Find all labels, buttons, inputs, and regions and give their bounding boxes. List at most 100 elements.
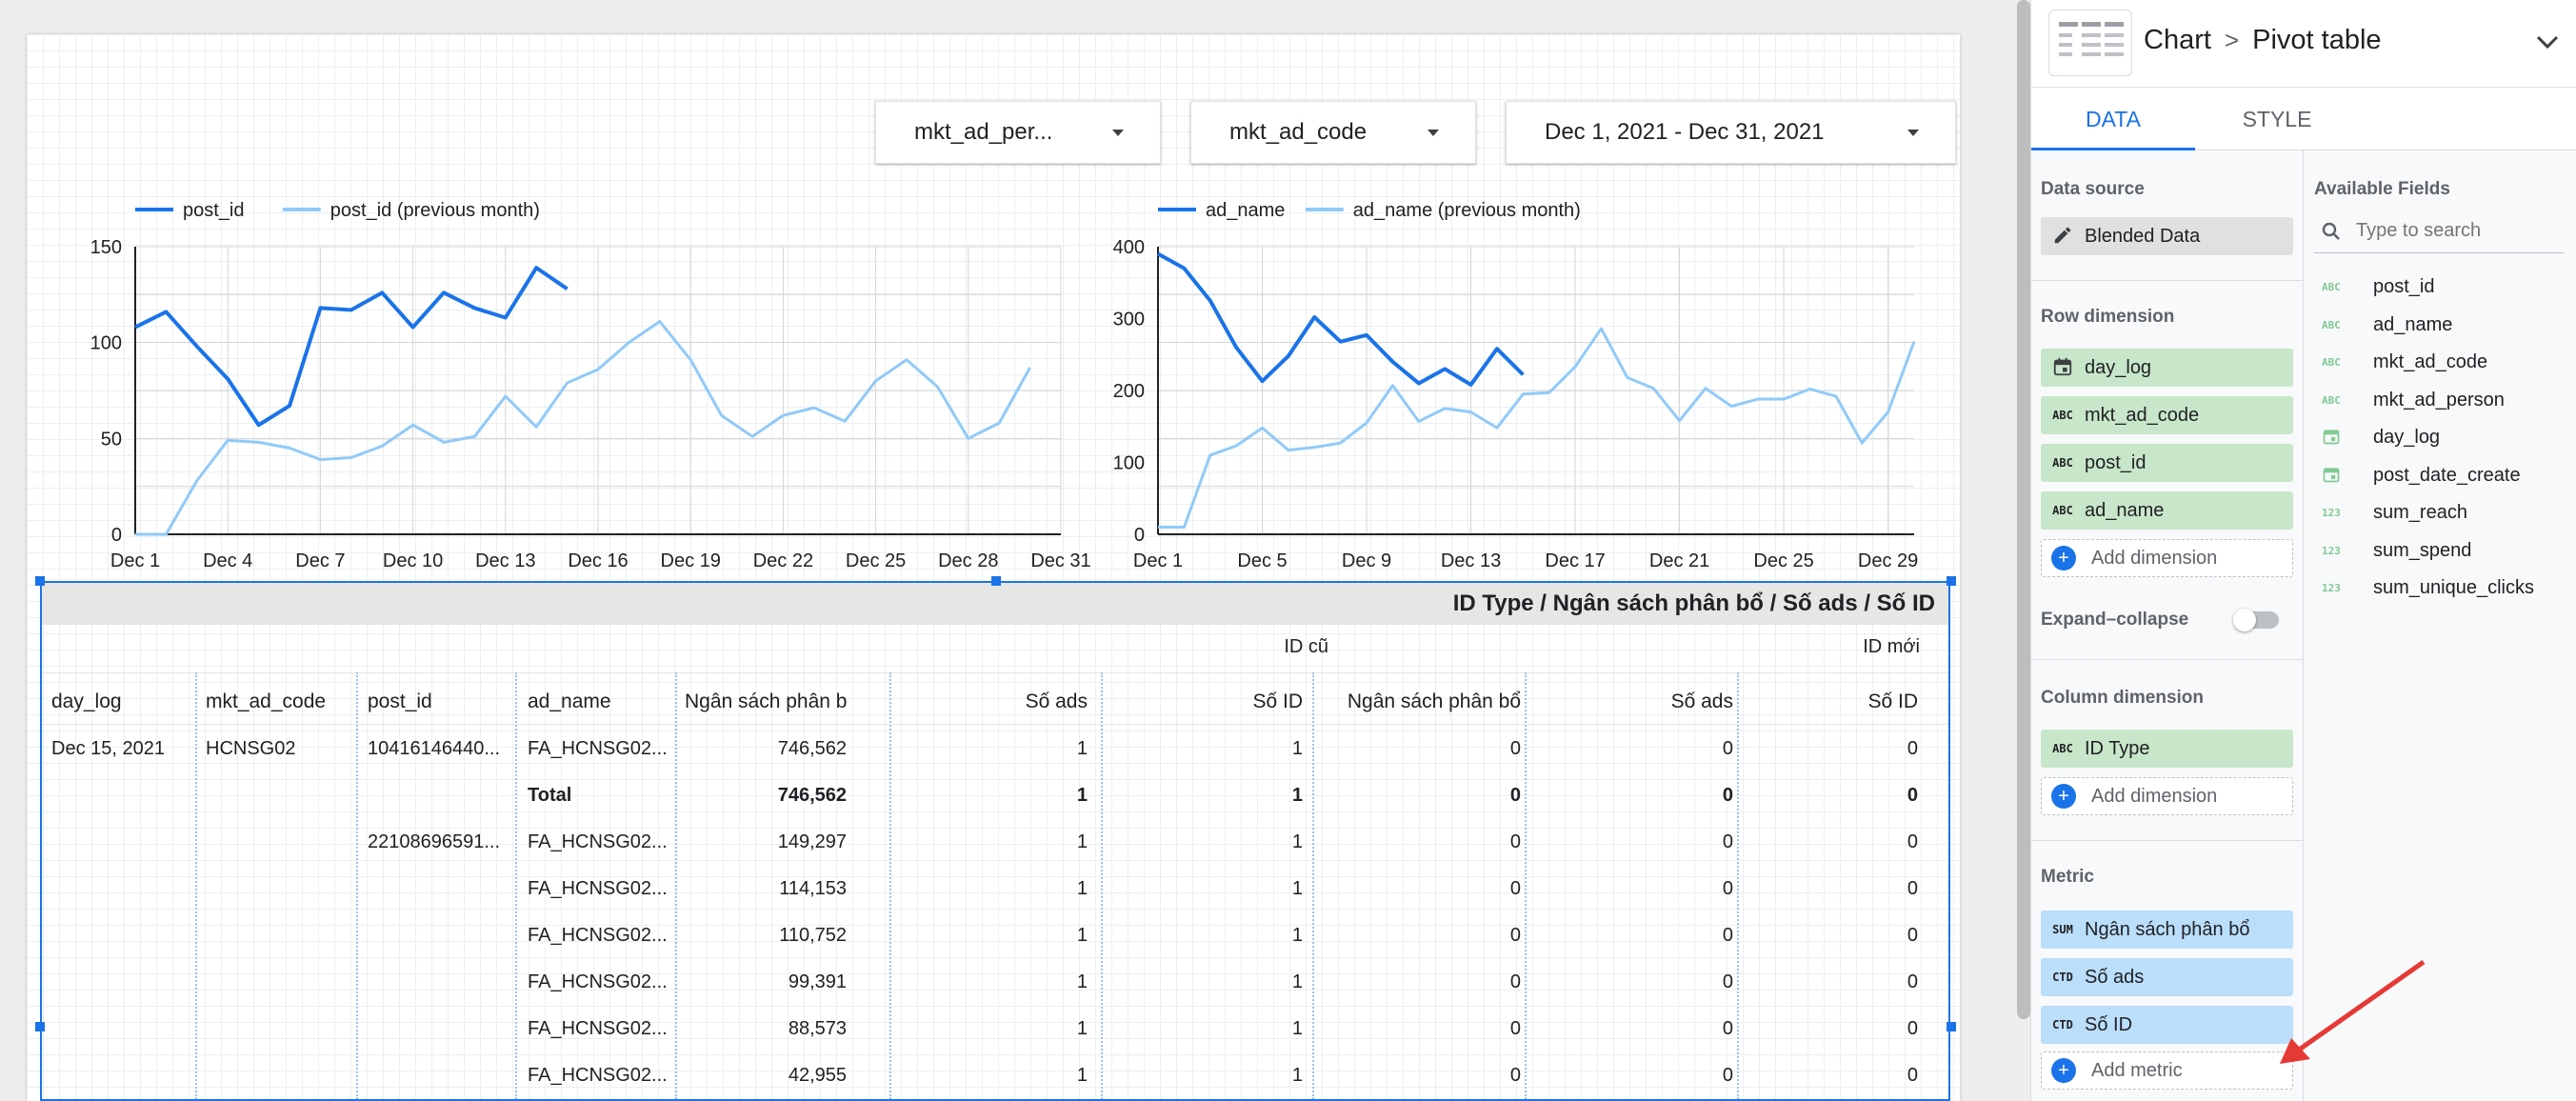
- filter-mkt-ad-code[interactable]: mkt_ad_code: [1190, 101, 1476, 164]
- table-cell: 88,573: [788, 1018, 847, 1039]
- available-field[interactable]: post_date_create: [2322, 465, 2521, 487]
- available-field[interactable]: ABC ad_name: [2322, 314, 2452, 336]
- aggregation-icon: CTD: [2052, 971, 2073, 984]
- column-dimension-chip[interactable]: ABC ID Type: [2041, 730, 2293, 768]
- field-label: sum_spend: [2373, 539, 2472, 561]
- table-cell: 0: [1907, 1018, 1918, 1039]
- table-cell: FA_HCNSG02...: [528, 831, 666, 852]
- available-field[interactable]: day_log: [2322, 427, 2440, 449]
- table-cell: [368, 772, 506, 819]
- header-budget-old[interactable]: Ngân sách phân bổ: [685, 678, 847, 726]
- x-tick-label: Dec 1: [110, 550, 160, 571]
- section-title: Row dimension: [2041, 307, 2175, 327]
- breadcrumb-current: Pivot table: [2252, 25, 2382, 55]
- date-range-filter[interactable]: Dec 1, 2021 - Dec 31, 2021: [1506, 101, 1956, 164]
- row-dimension-chip[interactable]: day_log: [2041, 349, 2293, 387]
- x-tick-label: Dec 22: [753, 550, 813, 571]
- metric-chip[interactable]: CTD Số ID: [2041, 1006, 2293, 1044]
- available-field[interactable]: ABC mkt_ad_code: [2322, 351, 2487, 373]
- data-source-chip[interactable]: Blended Data: [2041, 217, 2293, 255]
- add-row-dimension-button[interactable]: + Add dimension: [2041, 539, 2293, 577]
- tab-data[interactable]: DATA: [2031, 88, 2195, 150]
- dropdown-arrow-icon: [1112, 129, 1124, 136]
- table-cell: 99,391: [788, 971, 847, 992]
- resize-handle[interactable]: [35, 576, 45, 586]
- expand-collapse-toggle[interactable]: [2233, 609, 2279, 631]
- header-budget-new[interactable]: Ngân sách phân bổ: [1326, 678, 1521, 726]
- breadcrumb-root[interactable]: Chart: [2144, 25, 2211, 56]
- table-cell: 0: [1907, 738, 1918, 759]
- filter-mkt-ad-person[interactable]: mkt_ad_per...: [875, 101, 1161, 164]
- available-field[interactable]: 123 sum_unique_clicks: [2322, 577, 2534, 599]
- table-cell: 110,752: [779, 925, 847, 946]
- header-mkt-ad-code[interactable]: mkt_ad_code: [206, 678, 349, 726]
- table-cell: 1: [1076, 785, 1088, 806]
- y-tick-label: 100: [90, 333, 122, 354]
- table-cell: [368, 959, 506, 1006]
- field-search[interactable]: [2314, 210, 2564, 253]
- divider: [2031, 280, 2304, 281]
- row-dimension-chip[interactable]: ABC mkt_ad_code: [2041, 396, 2293, 434]
- available-field[interactable]: ABC post_id: [2322, 276, 2435, 298]
- table-cell: 10416146440...: [368, 738, 501, 759]
- series-line[interactable]: [1158, 327, 1916, 529]
- column-dimension-label: ID Type: [2085, 737, 2150, 759]
- available-field[interactable]: ABC mkt_ad_person: [2322, 390, 2505, 411]
- legend-label: ad_name (previous month): [1353, 200, 1581, 221]
- legend-item[interactable]: post_id (previous month): [282, 200, 540, 221]
- resize-handle[interactable]: [991, 576, 1001, 586]
- pivot-table[interactable]: ID Type / Ngân sách phân bổ / Số ads / S…: [40, 581, 1950, 1101]
- x-tick-label: Dec 29: [1858, 550, 1918, 571]
- text-field-icon: ABC: [2322, 393, 2341, 407]
- table-cell: 1: [1076, 1018, 1088, 1039]
- header-day-log[interactable]: day_log: [51, 678, 185, 726]
- canvas-scrollbar[interactable]: [2017, 0, 2030, 1019]
- resize-handle[interactable]: [1947, 1022, 1956, 1031]
- table-row: FA_HCNSG02... 88,573 1 1 0 0 0: [42, 1006, 1948, 1052]
- header-ad-name[interactable]: ad_name: [528, 678, 666, 726]
- row-dimension-chip[interactable]: ABC ad_name: [2041, 491, 2293, 530]
- filter-label: mkt_ad_code: [1229, 119, 1368, 145]
- pivot-table-thumbnail-icon[interactable]: [2048, 10, 2132, 76]
- x-tick-label: Dec 7: [295, 550, 345, 571]
- resize-handle[interactable]: [1947, 576, 1956, 586]
- line-chart-ad-name[interactable]: 0 100 200 300 400 Dec 1 Dec 5 Dec 9 Dec 13 Dec 17…: [1112, 158, 1950, 577]
- header-ads-old[interactable]: Số ads: [897, 678, 1088, 726]
- header-ids-old[interactable]: Số ID: [1112, 678, 1303, 726]
- field-search-input[interactable]: [2356, 220, 2546, 242]
- number-field-icon: 123: [2322, 544, 2341, 557]
- table-row: 22108696591... FA_HCNSG02... 149,297 1 1 0 0 0: [42, 819, 1948, 866]
- metric-chip[interactable]: SUM Ngân sách phân bổ: [2041, 911, 2293, 949]
- legend-item[interactable]: ad_name (previous month): [1305, 200, 1581, 221]
- available-field[interactable]: 123 sum_spend: [2322, 540, 2471, 562]
- table-cell: 0: [1722, 831, 1733, 852]
- dropdown-arrow-icon: [1428, 129, 1439, 136]
- chevron-down-icon[interactable]: [2534, 29, 2561, 55]
- header-ads-new[interactable]: Số ads: [1543, 678, 1733, 726]
- table-cell: 0: [1509, 971, 1521, 992]
- tab-style[interactable]: STYLE: [2195, 88, 2359, 150]
- table-row: FA_HCNSG02... 114,153 1 1 0 0 0: [42, 866, 1948, 912]
- resize-handle[interactable]: [35, 1022, 45, 1031]
- row-dimension-chip[interactable]: ABC post_id: [2041, 444, 2293, 482]
- legend-item[interactable]: ad_name: [1158, 200, 1285, 221]
- panel-header: Chart > Pivot table: [2031, 0, 2576, 88]
- legend-label: post_id: [183, 200, 245, 221]
- metric-chip[interactable]: CTD Số ads: [2041, 958, 2293, 996]
- table-cell: 0: [1509, 1018, 1521, 1039]
- series-line[interactable]: [135, 320, 1031, 536]
- number-field-icon: 123: [2322, 582, 2341, 594]
- series-line[interactable]: [1157, 251, 1525, 387]
- add-column-dimension-button[interactable]: + Add dimension: [2041, 777, 2293, 815]
- table-cell: HCNSG02: [206, 738, 296, 759]
- table-cell: [51, 1006, 185, 1052]
- header-ids-new[interactable]: Số ID: [1756, 678, 1918, 726]
- header-post-id[interactable]: post_id: [368, 678, 506, 726]
- available-field[interactable]: 123 sum_reach: [2322, 502, 2467, 524]
- row-dimension-label: post_id: [2085, 451, 2147, 473]
- add-metric-button[interactable]: + Add metric: [2041, 1051, 2293, 1090]
- section-title: Data source: [2041, 179, 2145, 199]
- metric-label: Ngân sách phân bổ: [2085, 918, 2250, 940]
- line-chart-post-id[interactable]: 0 50 100 150 Dec 1 Dec 4 Dec 7 Dec 10 Dec 13 Dec …: [65, 158, 1112, 577]
- legend-item[interactable]: post_id: [135, 200, 245, 221]
